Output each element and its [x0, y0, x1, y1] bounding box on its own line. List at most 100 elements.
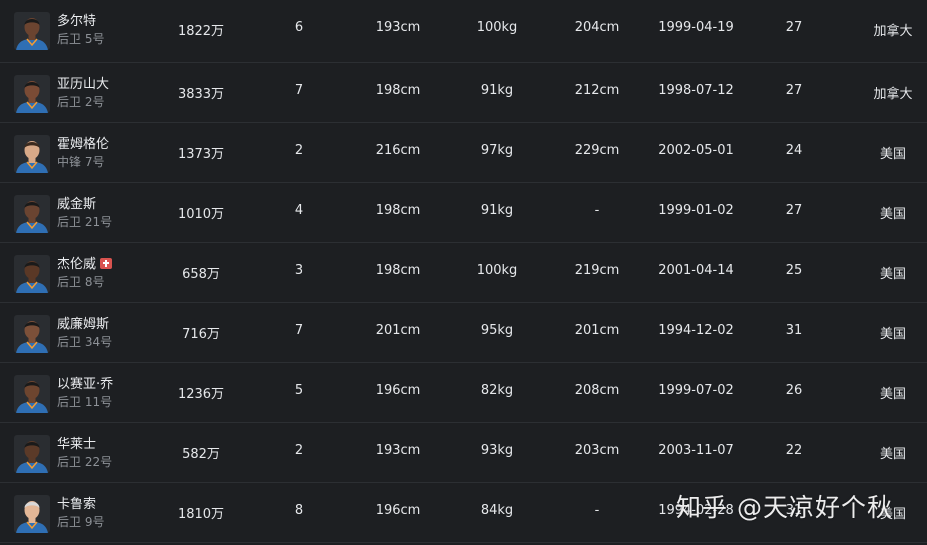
salary-cell: 1373万	[177, 147, 225, 162]
player-avatar[interactable]	[14, 135, 50, 173]
birthday-cell: 1999-04-19	[658, 20, 734, 35]
age-cell: 22	[785, 443, 803, 458]
country-cell: 美国	[879, 147, 907, 162]
player-avatar[interactable]	[14, 195, 50, 233]
table-row[interactable]: 杰伦威 后卫 8号 658万 3 198cm 100kg 219cm 2001-…	[0, 243, 927, 303]
salary-cell: 658万	[182, 267, 220, 282]
salary-cell: 1822万	[177, 24, 225, 39]
height-cell: 201cm	[375, 323, 421, 338]
table-row[interactable]: 霍姆格伦 中锋 7号 1373万 2 216cm 97kg 229cm 2002…	[0, 123, 927, 183]
height-cell: 198cm	[375, 263, 421, 278]
player-position: 后卫 8号	[57, 275, 105, 289]
country-cell: 加拿大	[873, 87, 913, 102]
years-cell: 2	[294, 143, 304, 158]
roster-table: 多尔特 后卫 5号 1822万 6 193cm 100kg 204cm 1999…	[0, 0, 927, 543]
medical-kit-icon	[100, 258, 113, 269]
country-cell: 美国	[879, 387, 907, 402]
player-position: 后卫 11号	[57, 395, 113, 409]
height-cell: 196cm	[375, 503, 421, 518]
country-cell: 美国	[879, 267, 907, 282]
player-name[interactable]: 卡鲁索	[57, 493, 96, 512]
player-avatar[interactable]	[14, 495, 50, 533]
age-cell: 31	[785, 323, 803, 338]
table-row[interactable]: 威金斯 后卫 21号 1010万 4 198cm 91kg - 1999-01-…	[0, 183, 927, 243]
player-name[interactable]: 霍姆格伦	[57, 133, 109, 152]
age-cell: 27	[785, 203, 803, 218]
table-row[interactable]: 威廉姆斯 后卫 34号 716万 7 201cm 95kg 201cm 1994…	[0, 303, 927, 363]
birthday-cell: 2002-05-01	[658, 143, 734, 158]
player-position: 后卫 22号	[57, 455, 113, 469]
weight-cell: 95kg	[480, 323, 514, 338]
height-cell: 216cm	[375, 143, 421, 158]
player-avatar[interactable]	[14, 375, 50, 413]
salary-cell: 716万	[182, 327, 220, 342]
years-cell: 5	[294, 383, 304, 398]
player-avatar[interactable]	[14, 12, 50, 50]
birthday-cell: 2003-11-07	[658, 443, 734, 458]
salary-cell: 582万	[182, 447, 220, 462]
wingspan-cell: 229cm	[574, 143, 620, 158]
age-cell: 27	[785, 83, 803, 98]
wingspan-cell: 219cm	[574, 263, 620, 278]
zhihu-watermark: 知乎 @天凉好个秋	[676, 493, 893, 522]
table-row[interactable]: 华莱士 后卫 22号 582万 2 193cm 93kg 203cm 2003-…	[0, 423, 927, 483]
country-cell: 美国	[879, 447, 907, 462]
player-avatar[interactable]	[14, 315, 50, 353]
salary-cell: 1810万	[177, 507, 225, 522]
country-cell: 美国	[879, 327, 907, 342]
player-position: 后卫 9号	[57, 515, 105, 529]
player-name[interactable]: 多尔特	[57, 10, 96, 29]
wingspan-cell: 201cm	[574, 323, 620, 338]
birthday-cell: 2001-04-14	[658, 263, 734, 278]
player-avatar[interactable]	[14, 75, 50, 113]
years-cell: 7	[294, 323, 304, 338]
weight-cell: 93kg	[480, 443, 514, 458]
player-name-text: 杰伦威	[57, 257, 97, 272]
height-cell: 193cm	[375, 20, 421, 35]
weight-cell: 82kg	[480, 383, 514, 398]
player-avatar[interactable]	[14, 255, 50, 293]
years-cell: 3	[294, 263, 304, 278]
weight-cell: 100kg	[476, 263, 518, 278]
player-position: 后卫 2号	[57, 95, 105, 109]
years-cell: 7	[294, 83, 304, 98]
player-name[interactable]: 威廉姆斯	[57, 313, 109, 332]
player-avatar[interactable]	[14, 435, 50, 473]
player-position: 后卫 21号	[57, 215, 113, 229]
salary-cell: 1010万	[177, 207, 225, 222]
weight-cell: 91kg	[480, 83, 514, 98]
player-name[interactable]: 威金斯	[57, 193, 96, 212]
weight-cell: 97kg	[480, 143, 514, 158]
table-row[interactable]: 多尔特 后卫 5号 1822万 6 193cm 100kg 204cm 1999…	[0, 0, 927, 63]
height-cell: 193cm	[375, 443, 421, 458]
table-row[interactable]: 以赛亚·乔 后卫 11号 1236万 5 196cm 82kg 208cm 19…	[0, 363, 927, 423]
player-name[interactable]: 杰伦威	[57, 253, 113, 272]
birthday-cell: 1999-07-02	[658, 383, 734, 398]
player-name[interactable]: 华莱士	[57, 433, 96, 452]
years-cell: 6	[294, 20, 304, 35]
age-cell: 24	[785, 143, 803, 158]
birthday-cell: 1998-07-12	[658, 83, 734, 98]
player-position: 后卫 5号	[57, 32, 105, 46]
table-row[interactable]: 亚历山大 后卫 2号 3833万 7 198cm 91kg 212cm 1998…	[0, 63, 927, 123]
weight-cell: 100kg	[476, 20, 518, 35]
height-cell: 196cm	[375, 383, 421, 398]
age-cell: 26	[785, 383, 803, 398]
weight-cell: 84kg	[480, 503, 514, 518]
salary-cell: 3833万	[177, 87, 225, 102]
birthday-cell: 1999-01-02	[658, 203, 734, 218]
salary-cell: 1236万	[177, 387, 225, 402]
country-cell: 美国	[879, 207, 907, 222]
height-cell: 198cm	[375, 83, 421, 98]
player-position: 后卫 34号	[57, 335, 113, 349]
player-name[interactable]: 以赛亚·乔	[57, 373, 113, 392]
wingspan-cell: 204cm	[574, 20, 620, 35]
wingspan-cell: 212cm	[574, 83, 620, 98]
wingspan-cell: -	[594, 203, 600, 218]
age-cell: 25	[785, 263, 803, 278]
player-name[interactable]: 亚历山大	[57, 73, 109, 92]
wingspan-cell: -	[594, 503, 600, 518]
player-position: 中锋 7号	[57, 155, 105, 169]
height-cell: 198cm	[375, 203, 421, 218]
birthday-cell: 1994-12-02	[658, 323, 734, 338]
